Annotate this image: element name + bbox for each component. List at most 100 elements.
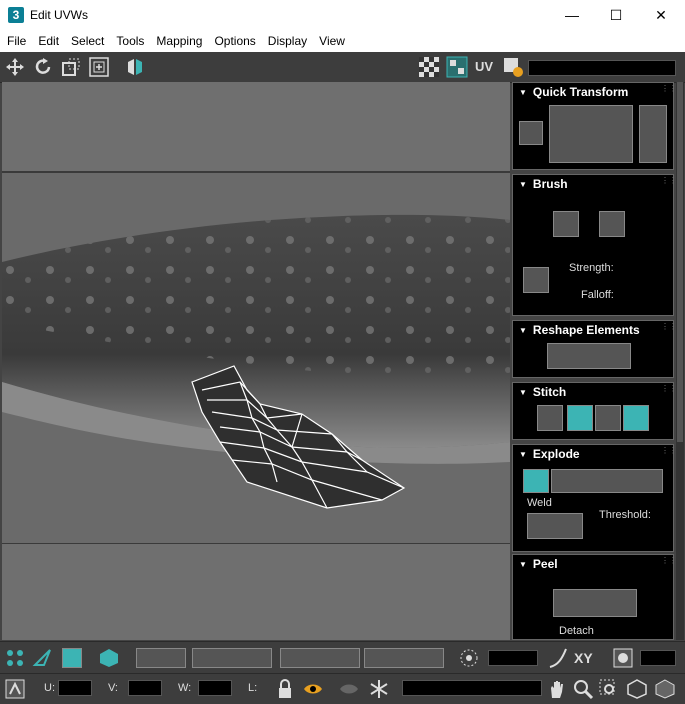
menu-options[interactable]: Options xyxy=(208,34,261,48)
checker-map-icon[interactable] xyxy=(446,56,468,78)
weld-target-buttons[interactable] xyxy=(527,513,583,539)
paint-select-button-group[interactable] xyxy=(364,648,444,668)
peel-title[interactable]: Peel xyxy=(519,557,558,571)
grip-icon[interactable]: ⋮⋮ xyxy=(661,385,674,393)
weld-button[interactable] xyxy=(523,469,549,493)
brush-title[interactable]: Brush xyxy=(519,177,568,191)
rotate-icon[interactable] xyxy=(32,56,54,78)
uv-viewport[interactable] xyxy=(2,82,510,640)
relax-brush-button[interactable] xyxy=(599,211,625,237)
freeze-icon[interactable] xyxy=(368,678,390,700)
loop-ring-button-group[interactable] xyxy=(280,648,360,668)
menu-edit[interactable]: Edit xyxy=(32,34,65,48)
zoom-extents-icon[interactable] xyxy=(626,678,648,700)
selection-set-field[interactable] xyxy=(402,680,542,696)
soft-select-icon[interactable] xyxy=(458,647,480,669)
menu-bar: File Edit Select Tools Mapping Options D… xyxy=(0,30,685,52)
v-label: V: xyxy=(108,682,118,694)
lock-icon[interactable] xyxy=(274,678,296,700)
maximize-button[interactable]: ☐ xyxy=(593,0,639,30)
zoom-icon[interactable] xyxy=(572,678,594,700)
menu-tools[interactable]: Tools xyxy=(110,34,150,48)
grow-shrink-button-group[interactable] xyxy=(192,648,272,668)
element-select-icon[interactable] xyxy=(98,647,120,669)
brush-falloff-curve-button[interactable] xyxy=(523,267,549,293)
scale-icon[interactable] xyxy=(60,56,82,78)
limit-icon[interactable] xyxy=(612,647,634,669)
falloff-type-icon[interactable] xyxy=(548,647,570,669)
xy-label[interactable]: XY xyxy=(574,650,593,666)
menu-display[interactable]: Display xyxy=(262,34,313,48)
falloff-label: Falloff: xyxy=(581,289,614,301)
stitch-custom-button[interactable] xyxy=(537,405,563,431)
menu-select[interactable]: Select xyxy=(65,34,110,48)
explode-tools-button-group[interactable] xyxy=(551,469,663,493)
vertex-select-icon[interactable] xyxy=(4,647,26,669)
rollout-quick-transform: Quick Transform ⋮⋮ xyxy=(512,82,674,170)
menu-file[interactable]: File xyxy=(1,34,32,48)
show-hidden-icon[interactable] xyxy=(302,678,324,700)
bottom-toolbar-2: U: V: W: L: xyxy=(0,673,685,704)
panel-scrollbar[interactable] xyxy=(676,82,684,640)
paint-move-button[interactable] xyxy=(553,211,579,237)
peel-tools-button-group[interactable] xyxy=(553,589,637,617)
rollout-stitch: Stitch ⋮⋮ xyxy=(512,382,674,440)
grip-icon[interactable]: ⋮⋮ xyxy=(661,447,674,455)
freeform-gizmo-button[interactable] xyxy=(519,121,543,145)
title-bar: 3 Edit UVWs — ☐ ✕ xyxy=(0,0,685,30)
weld-label: Weld xyxy=(527,497,552,509)
l-label: L: xyxy=(248,682,258,694)
align-tools-button-group[interactable] xyxy=(549,105,633,163)
pan-hand-icon[interactable] xyxy=(546,678,568,700)
hide-icon[interactable] xyxy=(338,678,360,700)
quick-transform-title[interactable]: Quick Transform xyxy=(519,85,628,99)
strength-label: Strength: xyxy=(569,262,614,274)
grip-icon[interactable]: ⋮⋮ xyxy=(661,557,674,565)
w-field[interactable] xyxy=(198,680,232,696)
freeform-icon[interactable] xyxy=(88,56,110,78)
bottom-toolbar-1: XY xyxy=(0,641,685,674)
right-panel: Quick Transform ⋮⋮ Brush ⋮⋮ Strength: Fa… xyxy=(512,82,674,640)
selection-modifiers-button-group[interactable] xyxy=(136,648,186,668)
explode-title[interactable]: Explode xyxy=(519,447,580,461)
stitch-average-button[interactable] xyxy=(595,405,621,431)
polygon-select-button[interactable] xyxy=(62,648,82,668)
map-dropdown[interactable] xyxy=(528,60,676,76)
scroll-thumb[interactable] xyxy=(677,82,683,442)
zoom-selected-icon[interactable] xyxy=(654,678,676,700)
rollout-brush: Brush ⋮⋮ Strength: Falloff: xyxy=(512,174,674,316)
u-field[interactable] xyxy=(58,680,92,696)
uv-label[interactable]: UV xyxy=(475,59,493,74)
stitch-to-source-button[interactable] xyxy=(623,405,649,431)
w-label: W: xyxy=(178,682,192,694)
grip-icon[interactable]: ⋮⋮ xyxy=(661,323,674,331)
stitch-title[interactable]: Stitch xyxy=(519,385,566,399)
threshold-label: Threshold: xyxy=(599,509,651,521)
rollout-peel: Peel ⋮⋮ Detach xyxy=(512,554,674,640)
edge-select-icon[interactable] xyxy=(32,647,54,669)
reshape-title[interactable]: Reshape Elements xyxy=(519,323,640,337)
v-field[interactable] xyxy=(128,680,162,696)
u-label: U: xyxy=(44,682,55,694)
app-icon: 3 xyxy=(8,7,24,23)
top-toolbar: UV xyxy=(0,52,685,83)
space-tools-button-group[interactable] xyxy=(639,105,667,163)
minimize-button[interactable]: — xyxy=(549,0,595,30)
zoom-region-icon[interactable] xyxy=(598,678,620,700)
grip-icon[interactable]: ⋮⋮ xyxy=(661,85,674,93)
grip-icon[interactable]: ⋮⋮ xyxy=(661,177,674,185)
falloff-distance-field[interactable] xyxy=(488,650,538,666)
abs-rel-icon[interactable] xyxy=(4,678,26,700)
menu-mapping[interactable]: Mapping xyxy=(150,34,208,48)
threshold-field[interactable] xyxy=(640,650,676,666)
move-icon[interactable] xyxy=(4,56,26,78)
mirror-icon[interactable] xyxy=(124,56,146,78)
detach-label: Detach xyxy=(559,625,594,637)
stitch-to-target-button[interactable] xyxy=(567,405,593,431)
close-button[interactable]: ✕ xyxy=(638,0,684,30)
menu-view[interactable]: View xyxy=(313,34,351,48)
checker-icon[interactable] xyxy=(418,56,440,78)
reshape-tools-button-group[interactable] xyxy=(547,343,631,369)
uv-canvas xyxy=(2,82,510,640)
uv-settings-icon[interactable] xyxy=(502,56,524,78)
